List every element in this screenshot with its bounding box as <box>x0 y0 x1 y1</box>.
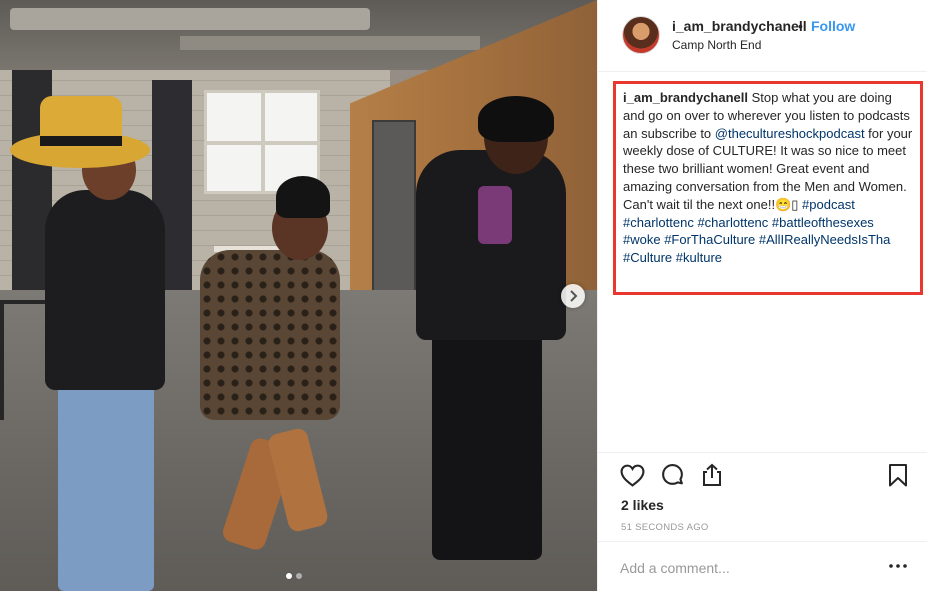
post-sidebar: i_am_brandychanell • Follow Camp North E… <box>597 0 927 591</box>
hashtag-link[interactable]: #ForThaCulture <box>664 232 755 247</box>
post-timestamp[interactable]: 51 SECONDS AGO <box>621 522 709 533</box>
avatar[interactable] <box>622 16 660 54</box>
save-button[interactable] <box>884 461 912 489</box>
carousel-dot-active <box>286 573 292 579</box>
post-photo[interactable] <box>0 0 597 591</box>
hashtag-link[interactable]: #battleofthesexes <box>772 215 874 230</box>
photo-hat-band <box>40 136 122 146</box>
like-button[interactable] <box>618 461 646 489</box>
caption-emoji: 😁 <box>775 196 792 212</box>
bookmark-icon <box>889 463 907 486</box>
hashtag-link[interactable]: #Culture <box>623 250 672 265</box>
post-header: i_am_brandychanell • Follow Camp North E… <box>598 0 927 72</box>
comment-button[interactable] <box>658 461 686 489</box>
share-button[interactable] <box>698 461 726 489</box>
photo-person-left-legs <box>58 380 154 591</box>
carousel-dot <box>296 573 302 579</box>
hashtag-link[interactable]: #woke <box>623 232 661 247</box>
chevron-right-icon <box>570 290 578 302</box>
more-options-button[interactable] <box>886 556 910 576</box>
photo-person-right-hair <box>478 96 554 142</box>
caption-highlight-box: i_am_brandychanell Stop what you are doi… <box>613 81 923 295</box>
photo-duct-secondary <box>180 36 480 50</box>
hashtag-link[interactable]: #kulture <box>676 250 722 265</box>
hashtag-link[interactable]: #charlottenc <box>623 215 694 230</box>
post-actions-bar <box>598 452 927 496</box>
photo-person-middle-hair <box>276 176 330 218</box>
caption-username[interactable]: i_am_brandychanell <box>623 90 748 105</box>
photo-leopard-pattern <box>200 250 340 420</box>
post-location[interactable]: Camp North End <box>672 38 761 52</box>
hashtag-link[interactable]: #AllIReallyNeedsIsTha <box>759 232 891 247</box>
follow-button[interactable]: Follow <box>811 18 855 34</box>
caption-emoji-missing-glyph: ▯ <box>791 196 799 212</box>
carousel-next-button[interactable] <box>561 284 585 308</box>
hashtag-link[interactable]: #podcast <box>802 197 855 212</box>
photo-duct <box>10 8 370 30</box>
heart-icon <box>620 464 644 487</box>
separator-bullet: • <box>798 18 803 34</box>
photo-phone <box>478 186 512 244</box>
comment-input[interactable] <box>620 558 870 578</box>
photo-person-right-legs <box>432 330 542 560</box>
share-icon <box>703 463 721 486</box>
likes-count[interactable]: 2 likes <box>621 497 664 513</box>
photo-chair <box>0 300 50 420</box>
caption-mention-link[interactable]: @thecultureshockpodcast <box>715 126 865 141</box>
post-username[interactable]: i_am_brandychanell <box>672 18 807 34</box>
carousel-indicator <box>286 573 302 579</box>
comment-section <box>598 541 927 591</box>
photo-person-left-body <box>45 190 165 390</box>
comment-bubble-icon <box>661 463 683 485</box>
photo-person-right-body <box>416 150 566 340</box>
hashtag-link[interactable]: #charlottenc <box>697 215 768 230</box>
more-options-icon <box>889 564 907 568</box>
